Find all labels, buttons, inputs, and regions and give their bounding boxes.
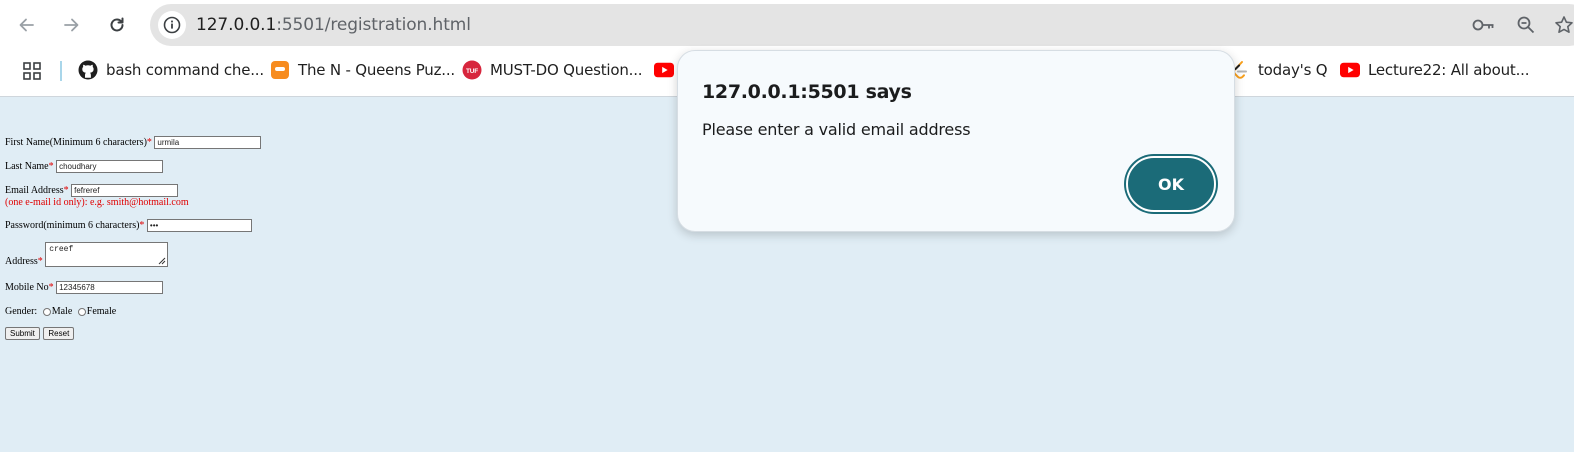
first-name-input[interactable]: urmila <box>154 136 262 149</box>
bookmarks-divider <box>60 61 62 81</box>
last-name-label: Last Name <box>5 160 49 172</box>
required-mark: * <box>146 136 152 148</box>
back-button[interactable] <box>12 10 42 40</box>
github-icon <box>78 60 98 80</box>
address-label: Address <box>5 256 38 267</box>
bookmark-item[interactable]: TUF MUST-DO Question... <box>462 58 643 82</box>
form-buttons: Submit Reset <box>5 327 75 340</box>
password-row: Password(minimum 6 characters)* ••• <box>5 219 252 232</box>
alert-dialog: 127.0.0.1:5501 says Please enter a valid… <box>677 50 1235 232</box>
gender-label: Gender: <box>5 306 38 317</box>
bookmark-item[interactable]: Lecture22: All about... <box>1340 58 1529 82</box>
reload-button[interactable] <box>102 10 132 40</box>
password-label: Password(minimum 6 characters) <box>5 219 140 231</box>
mobile-row: Mobile No* 12345678 <box>5 281 164 294</box>
gender-male-radio[interactable] <box>42 307 51 316</box>
required-mark: * <box>139 219 145 231</box>
ok-button[interactable]: OK <box>1126 156 1216 212</box>
bookmark-item[interactable]: bash command che... <box>78 58 264 82</box>
dialog-title: 127.0.0.1:5501 says <box>702 81 912 103</box>
bookmark-item[interactable]: today's Q <box>1230 58 1328 82</box>
email-row: Email Address* fefreref <box>5 184 179 197</box>
required-mark: * <box>37 256 43 267</box>
email-input[interactable]: fefreref <box>71 184 179 197</box>
reset-button[interactable]: Reset <box>43 327 75 340</box>
password-input[interactable]: ••• <box>146 219 252 232</box>
bookmark-label: today's Q <box>1258 61 1328 79</box>
password-key-icon[interactable] <box>1472 14 1496 36</box>
takeuforward-icon: TUF <box>462 60 482 80</box>
codestudio-icon <box>270 60 290 80</box>
address-bar[interactable]: 127.0.0.1:5501/registration.html <box>150 4 1574 46</box>
mobile-input[interactable]: 12345678 <box>56 281 164 294</box>
email-hint: (one e-mail id only): e.g. smith@hotmail… <box>5 197 189 208</box>
youtube-icon <box>654 60 674 80</box>
url-path: :5501/registration.html <box>276 15 471 35</box>
forward-button[interactable] <box>56 10 86 40</box>
email-label: Email Address <box>5 184 64 196</box>
first-name-row: First Name(Minimum 6 characters)* urmila <box>5 136 262 149</box>
bookmark-star-icon[interactable] <box>1552 14 1574 36</box>
info-icon <box>163 16 181 34</box>
address-row: Address* creef <box>5 242 169 267</box>
dialog-message: Please enter a valid email address <box>702 120 971 139</box>
gender-female-label[interactable]: Female <box>87 306 116 317</box>
address-value: creef <box>49 245 74 254</box>
resize-grip-icon[interactable] <box>158 257 166 265</box>
submit-button[interactable]: Submit <box>5 327 40 340</box>
last-name-input[interactable]: choudhary <box>56 160 164 173</box>
required-mark: * <box>48 160 54 172</box>
site-info-button[interactable] <box>158 11 186 39</box>
zoom-icon[interactable] <box>1514 14 1538 36</box>
bookmark-item[interactable]: The N - Queens Puz... <box>270 58 455 82</box>
mobile-label: Mobile No <box>5 281 49 293</box>
bookmark-label: bash command che... <box>106 61 264 79</box>
back-arrow-icon <box>19 18 34 32</box>
url-text[interactable]: 127.0.0.1:5501/registration.html <box>196 15 471 35</box>
gender-male-label[interactable]: Male <box>52 306 73 317</box>
bookmark-label: The N - Queens Puz... <box>298 61 455 79</box>
bookmark-label: Lecture22: All about... <box>1368 61 1530 79</box>
reload-icon <box>110 17 124 32</box>
youtube-icon <box>1340 60 1360 80</box>
address-textarea[interactable]: creef <box>45 242 169 267</box>
gender-row: Gender: Male Female <box>5 306 116 317</box>
gender-female-radio[interactable] <box>77 307 86 316</box>
required-mark: * <box>63 184 69 196</box>
url-host: 127.0.0.1 <box>196 15 277 35</box>
last-name-row: Last Name* choudhary <box>5 160 164 173</box>
required-mark: * <box>48 281 54 293</box>
bookmark-label: MUST-DO Question... <box>490 61 643 79</box>
apps-grid-icon[interactable] <box>22 61 42 81</box>
svg-text:TUF: TUF <box>466 68 478 75</box>
forward-arrow-icon <box>64 18 79 32</box>
first-name-label: First Name(Minimum 6 characters) <box>5 136 147 148</box>
